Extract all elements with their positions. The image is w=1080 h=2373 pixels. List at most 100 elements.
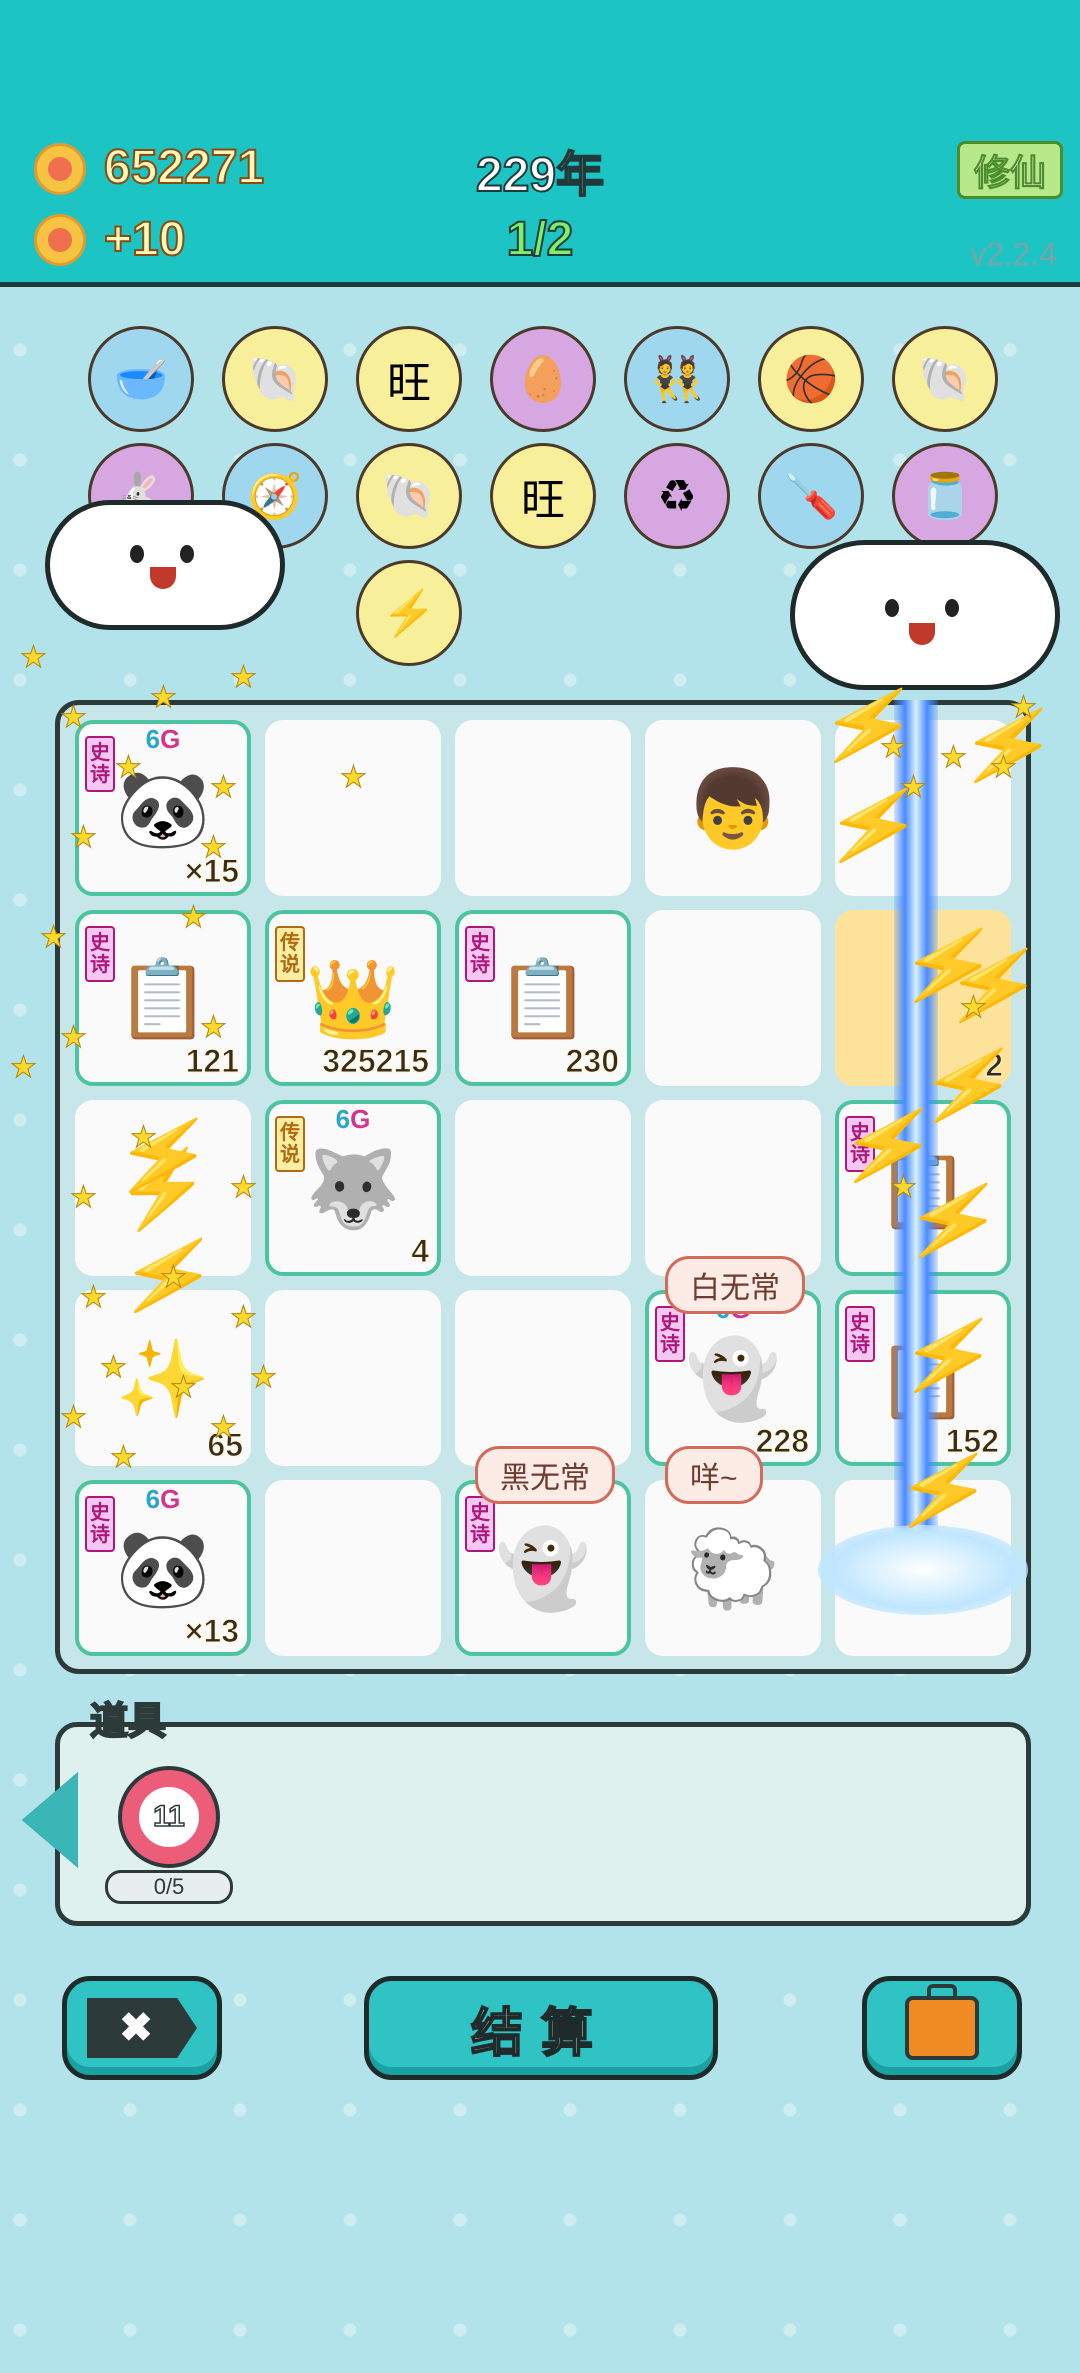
milk-jar-icon[interactable]: 🫙 bbox=[892, 443, 998, 549]
star-icon: ★ bbox=[250, 1361, 278, 1395]
star-icon: ★ bbox=[230, 661, 258, 695]
boy-face-icon: 👦 bbox=[685, 767, 781, 852]
shell-icon[interactable]: 🐚 bbox=[892, 326, 998, 432]
lightning-bolt-icon: ⚡ bbox=[891, 1300, 1007, 1409]
panda-icon: 🐼 bbox=[115, 1527, 211, 1612]
star-icon: ★ bbox=[60, 1401, 88, 1435]
tools-title: 道具 bbox=[89, 1700, 167, 1744]
tool-usage-count: 0/5 bbox=[105, 1870, 233, 1904]
empty-cell bbox=[265, 720, 441, 896]
star-icon: ★ bbox=[210, 1411, 238, 1445]
year-counter: 229年 bbox=[475, 148, 605, 203]
panda-cell[interactable]: 6G 史诗 🐼 ×13 bbox=[75, 1480, 251, 1656]
husky-cell[interactable]: 6G 传说 🐺 4 bbox=[265, 1100, 441, 1276]
empty-cell bbox=[645, 1100, 821, 1276]
tool-target-value: 11 bbox=[133, 1781, 205, 1853]
star-icon: ★ bbox=[60, 701, 88, 735]
star-icon: ★ bbox=[1010, 691, 1038, 725]
wang-text-icon[interactable]: 旺 bbox=[490, 443, 596, 549]
briefcase-icon bbox=[905, 1984, 979, 2060]
bag-button[interactable] bbox=[862, 1976, 1022, 2080]
recycle-icon[interactable]: ♻ bbox=[624, 443, 730, 549]
close-icon: ✖ bbox=[87, 1998, 197, 2058]
star-icon: ★ bbox=[230, 1171, 258, 1205]
lightning-bolt-icon: ⚡ bbox=[106, 1100, 222, 1209]
lightning-bolt-icon: ⚡ bbox=[831, 1090, 947, 1199]
bai-wuchang-cell[interactable]: 6G史诗👻228 bbox=[645, 1290, 821, 1466]
star-icon: ★ bbox=[70, 1181, 98, 1215]
star-icon: ★ bbox=[80, 1281, 108, 1315]
lightning-bolt-icon: ⚡ bbox=[811, 670, 927, 779]
empty-cell bbox=[455, 720, 631, 896]
copy-paste-icon: 📋 bbox=[495, 957, 591, 1042]
panda-x-cell[interactable]: 6G 史诗 🐼 ×15 bbox=[75, 720, 251, 896]
cancel-button[interactable]: ✖ bbox=[62, 1976, 222, 2080]
crowned-man-icon: 👑 bbox=[305, 957, 401, 1042]
star-icon: ★ bbox=[340, 761, 368, 795]
star-icon: ★ bbox=[40, 921, 68, 955]
tools-prev-arrow[interactable] bbox=[22, 1772, 78, 1868]
settle-label: 结算 bbox=[470, 2004, 611, 2064]
item-count: 325215 bbox=[322, 1043, 430, 1080]
empty-cell bbox=[455, 1100, 631, 1276]
lightning-bolt-icon: ⚡ bbox=[936, 930, 1052, 1039]
item-count: 228 bbox=[755, 1423, 809, 1460]
star-icon: ★ bbox=[70, 821, 98, 855]
star-icon: ★ bbox=[150, 681, 178, 715]
version-label: v2.2.4 bbox=[970, 236, 1058, 272]
star-icon: ★ bbox=[880, 731, 908, 765]
ctrl-v-cell[interactable]: 史诗 📋 230 bbox=[455, 910, 631, 1086]
king-cell[interactable]: 传说 👑 325215 bbox=[265, 910, 441, 1086]
star-icon: ★ bbox=[100, 1351, 128, 1385]
star-icon: ★ bbox=[110, 1441, 138, 1475]
basketball-icon[interactable]: 🏀 bbox=[758, 326, 864, 432]
lightning-icon[interactable]: ⚡ bbox=[356, 560, 462, 666]
ctrl-c-cell[interactable]: 史诗 📋 121 bbox=[75, 910, 251, 1086]
shell-icon[interactable]: 🐚 bbox=[356, 443, 462, 549]
star-icon: ★ bbox=[990, 751, 1018, 785]
item-count: 121 bbox=[185, 1043, 239, 1080]
wang-text-icon[interactable]: 旺 bbox=[356, 326, 462, 432]
star-icon: ★ bbox=[890, 1171, 918, 1205]
star-icon: ★ bbox=[130, 1121, 158, 1155]
boy-face-cell[interactable]: 👦 bbox=[645, 720, 821, 896]
star-icon: ★ bbox=[900, 771, 928, 805]
lightning-bolt-icon: ⚡ bbox=[886, 1435, 1002, 1544]
star-icon: ★ bbox=[940, 741, 968, 775]
dog-bowl-icon[interactable]: 🥣 bbox=[88, 326, 194, 432]
item-count: 230 bbox=[565, 1043, 619, 1080]
top-bar: 652271 +10 229年 1/2 修仙 v2.2.4 bbox=[0, 0, 1080, 287]
star-icon: ★ bbox=[115, 751, 143, 785]
item-count: ×13 bbox=[184, 1613, 239, 1650]
star-icon: ★ bbox=[60, 1021, 88, 1055]
star-icon: ★ bbox=[230, 1301, 258, 1335]
twins-icon[interactable]: 👯 bbox=[624, 326, 730, 432]
ghost-icon: 👻 bbox=[685, 1337, 781, 1422]
cloud-left bbox=[45, 500, 285, 630]
speech-bubble: 白无常 bbox=[665, 1256, 805, 1314]
star-icon: ★ bbox=[180, 901, 208, 935]
star-icon: ★ bbox=[170, 1371, 198, 1405]
ghost-pair-icon: 👻 bbox=[495, 1527, 591, 1612]
item-count: 4 bbox=[411, 1233, 430, 1270]
settle-button[interactable]: 结算 bbox=[364, 1976, 718, 2080]
speech-bubble: 黑无常 bbox=[475, 1446, 615, 1504]
egg-icon[interactable]: 🥚 bbox=[490, 326, 596, 432]
xiuxian-button[interactable]: 修仙 bbox=[957, 141, 1063, 199]
sheep-cell[interactable]: 🐑 bbox=[645, 1480, 821, 1656]
beam-impact bbox=[818, 1525, 1028, 1615]
empty-cell bbox=[455, 1290, 631, 1466]
tool-target-item[interactable]: 11 bbox=[118, 1766, 220, 1868]
husky-icon: 🐺 bbox=[305, 1147, 401, 1232]
empty-cell bbox=[645, 910, 821, 1086]
hei-wuchang-cell[interactable]: 史诗 👻 bbox=[455, 1480, 631, 1656]
star-icon: ★ bbox=[20, 641, 48, 675]
speech-bubble: 咩~ bbox=[665, 1446, 763, 1504]
star-icon: ★ bbox=[210, 771, 238, 805]
star-icon: ★ bbox=[160, 1261, 188, 1295]
shell-icon[interactable]: 🐚 bbox=[222, 326, 328, 432]
stage-progress: 1/2 bbox=[506, 212, 575, 267]
star-icon: ★ bbox=[10, 1051, 38, 1085]
screwdriver-icon[interactable]: 🪛 bbox=[758, 443, 864, 549]
empty-cell bbox=[265, 1290, 441, 1466]
